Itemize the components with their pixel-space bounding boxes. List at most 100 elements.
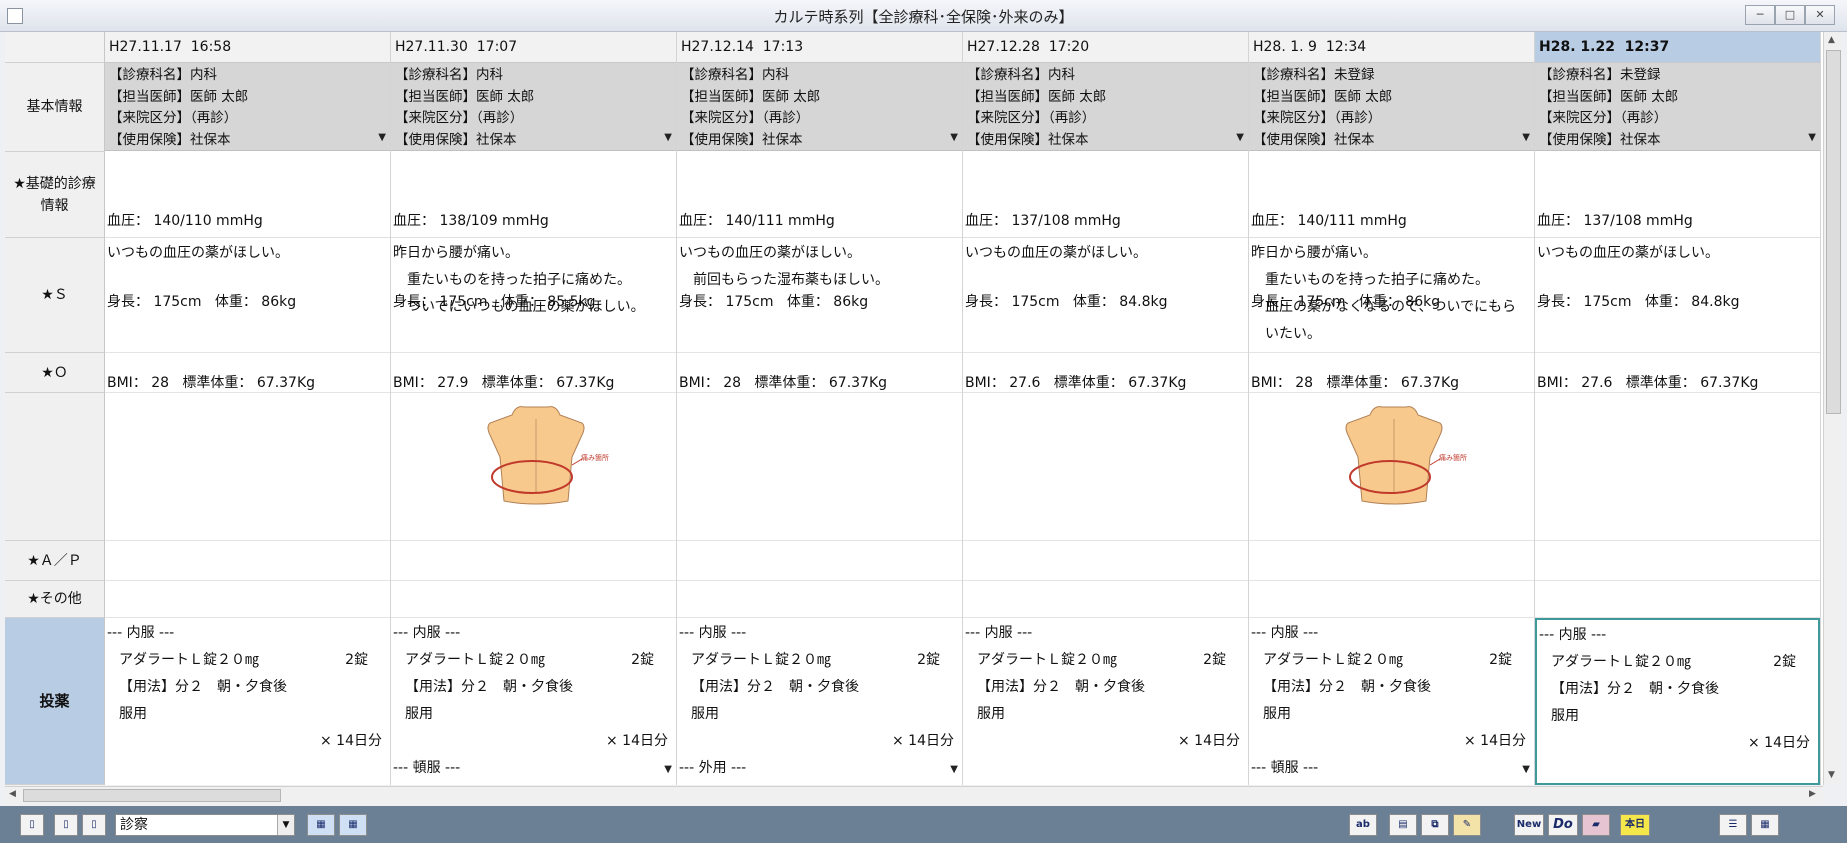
prescription-cell[interactable]: --- 内服 --- アダラートＬ錠２０㎎ 2錠 【用法】分２ 朝・夕食後 服用 … — [677, 618, 962, 785]
objective-cell[interactable] — [391, 353, 676, 393]
vitals-cell[interactable]: 血圧： 140/111 mmHg 身長： 175cm 体重： 86kg BMI：… — [677, 152, 962, 391]
assessment-plan-cell[interactable] — [963, 541, 1248, 581]
basic-info-cell[interactable]: 【診療科名】内科 【担当医師】医師 太郎 【来院区分】（再診） 【使用保険】社保… — [963, 63, 1248, 151]
figure-cell[interactable]: 痛み箇所 — [1249, 393, 1534, 541]
basic-info-cell[interactable]: 【診療科名】内科 【担当医師】医師 太郎 【来院区分】（再診） 【使用保険】社保… — [105, 63, 390, 151]
close-button[interactable]: ✕ — [1805, 5, 1835, 25]
scroll-down-icon[interactable]: ▼ — [1828, 770, 1835, 780]
vitals-cell[interactable]: 血圧： 138/109 mmHg 身長： 175cm 体重： 85.5kg BM… — [391, 152, 676, 391]
visit-date-header[interactable]: H27.12.28 17:20 — [963, 32, 1248, 63]
table-edit-icon[interactable]: ▦ — [339, 814, 367, 836]
visit-type-text: 【来院区分】（再診） — [109, 110, 238, 126]
vertical-scrollbar[interactable]: ▲ ▼ — [1823, 32, 1842, 785]
horizontal-scroll-thumb[interactable] — [23, 789, 281, 802]
mode-select[interactable]: 診察 ▼ — [115, 814, 295, 836]
vitals-cell[interactable]: 血圧： 137/108 mmHg 身長： 175cm 体重： 84.8kg BM… — [963, 152, 1248, 391]
prescription-cell[interactable]: --- 内服 --- アダラートＬ錠２０㎎ 2錠 【用法】分２ 朝・夕食後 服用 … — [1535, 618, 1820, 785]
expand-triangle-icon[interactable]: ▼ — [664, 127, 672, 149]
horizontal-scrollbar[interactable]: ◀ ▶ — [5, 786, 1823, 804]
other-cell[interactable] — [963, 581, 1248, 618]
objective-cell[interactable] — [1535, 353, 1820, 393]
text-input-button[interactable]: ab — [1349, 814, 1377, 836]
subjective-cell[interactable]: 昨日から腰が痛い。 重たいものを持った拍子に痛めた。 ついでにいつもの血圧の薬が… — [391, 238, 676, 353]
minimize-button[interactable]: ─ — [1745, 5, 1775, 25]
expand-triangle-icon[interactable]: ▼ — [950, 127, 958, 149]
insurance-text: 【使用保険】社保本 — [967, 131, 1089, 148]
expand-triangle-icon[interactable]: ▼ — [1236, 127, 1244, 149]
visit-date-header[interactable]: H27.11.30 17:07 — [391, 32, 676, 63]
expand-triangle-icon[interactable]: ▼ — [1522, 127, 1530, 149]
med-section-header: --- 内服 --- — [393, 625, 461, 641]
table-view-icon[interactable]: ▦ — [307, 814, 335, 836]
vertical-scroll-thumb[interactable] — [1826, 50, 1841, 414]
figure-cell[interactable]: 痛み箇所 — [391, 393, 676, 541]
vitals-cell[interactable]: 血圧： 140/111 mmHg 身長： 175cm 体重： 86kg BMI：… — [1249, 152, 1534, 391]
assessment-plan-cell[interactable] — [105, 541, 390, 581]
assessment-plan-cell[interactable] — [1535, 541, 1820, 581]
page-prev-icon[interactable]: ▯ — [54, 814, 78, 836]
objective-cell[interactable] — [963, 353, 1248, 393]
assessment-plan-cell[interactable] — [1249, 541, 1534, 581]
scroll-up-icon[interactable]: ▲ — [1828, 35, 1835, 45]
subjective-cell[interactable]: いつもの血圧の薬がほしい。 前回もらった湿布薬もほしい。 — [677, 238, 962, 353]
chevron-down-icon[interactable]: ▼ — [277, 815, 294, 835]
scroll-right-icon[interactable]: ▶ — [1809, 789, 1816, 799]
objective-cell[interactable] — [1249, 353, 1534, 393]
new-page-icon[interactable]: ▯ — [20, 814, 44, 836]
row-header-other: ★その他 — [5, 581, 105, 618]
vitals-cell[interactable]: 血圧： 137/108 mmHg 身長： 175cm 体重： 84.8kg BM… — [1535, 152, 1820, 391]
prescription-cell[interactable]: --- 内服 --- アダラートＬ錠２０㎎ 2錠 【用法】分２ 朝・夕食後 服用 … — [105, 618, 390, 785]
expand-triangle-icon[interactable]: ▼ — [1808, 127, 1816, 149]
other-cell[interactable] — [677, 581, 962, 618]
prescription-cell[interactable]: --- 内服 --- アダラートＬ錠２０㎎ 2錠 【用法】分２ 朝・夕食後 服用 … — [963, 618, 1248, 785]
other-cell[interactable] — [1535, 581, 1820, 618]
blood-pressure-text: 血圧： 140/111 mmHg — [679, 213, 835, 229]
subjective-cell[interactable]: いつもの血圧の薬がほしい。 — [1535, 238, 1820, 353]
subjective-cell[interactable]: いつもの血圧の薬がほしい。 — [963, 238, 1248, 353]
other-cell[interactable] — [105, 581, 390, 618]
vitals-cell[interactable]: 血圧： 140/110 mmHg 身長： 175cm 体重： 86kg BMI：… — [105, 152, 390, 391]
prescription-cell[interactable]: --- 内服 --- アダラートＬ錠２０㎎ 2錠 【用法】分２ 朝・夕食後 服用 … — [1249, 618, 1534, 785]
page-next-icon[interactable]: ▯ — [82, 814, 106, 836]
prescription-cell[interactable]: --- 内服 --- アダラートＬ錠２０㎎ 2錠 【用法】分２ 朝・夕食後 服用 … — [391, 618, 676, 785]
bottom-toolbar: ▯ ▯ ▯ 診察 ▼ ▦ ▦ ab ▤ ⧉ ✎ New Do ▰ 本日 ☰ ▦ — [0, 806, 1847, 843]
assessment-plan-cell[interactable] — [677, 541, 962, 581]
basic-info-cell[interactable]: 【診療科名】未登録 【担当医師】医師 太郎 【来院区分】（再診） 【使用保険】社… — [1249, 63, 1534, 151]
subjective-cell[interactable]: 昨日から腰が痛い。 重たいものを持った拍子に痛めた。 血圧の薬がなくなるので、つ… — [1249, 238, 1534, 353]
other-cell[interactable] — [1249, 581, 1534, 618]
subjective-cell[interactable]: いつもの血圧の薬がほしい。 — [105, 238, 390, 353]
row-header-basic: 基本情報 — [5, 63, 105, 152]
expand-triangle-icon[interactable]: ▼ — [1522, 756, 1530, 783]
today-button[interactable]: 本日 — [1620, 814, 1650, 836]
row-header-s: ★Ｓ — [5, 238, 105, 353]
form-icon[interactable]: ▤ — [1389, 814, 1417, 836]
visit-date-header[interactable]: H27.12.14 17:13 — [677, 32, 962, 63]
figure-cell[interactable] — [1535, 393, 1820, 541]
basic-info-cell[interactable]: 【診療科名】未登録 【担当医師】医師 太郎 【来院区分】（再診） 【使用保険】社… — [1535, 63, 1820, 151]
figure-cell[interactable] — [105, 393, 390, 541]
blood-pressure-text: 血圧： 140/111 mmHg — [1251, 213, 1407, 229]
visit-date-header[interactable]: H28. 1. 9 12:34 — [1249, 32, 1534, 63]
expand-triangle-icon[interactable]: ▼ — [664, 756, 672, 783]
do-button[interactable]: Do — [1548, 814, 1578, 836]
basic-info-cell[interactable]: 【診療科名】内科 【担当医師】医師 太郎 【来院区分】（再診） 【使用保険】社保… — [677, 63, 962, 151]
other-cell[interactable] — [391, 581, 676, 618]
maximize-button[interactable]: □ — [1775, 5, 1805, 25]
folder-icon[interactable]: ▰ — [1582, 814, 1610, 836]
figure-cell[interactable] — [963, 393, 1248, 541]
visit-date-header[interactable]: H28. 1.22 12:37 — [1535, 32, 1820, 63]
list-view-icon[interactable]: ☰ — [1719, 814, 1747, 836]
stamp-icon[interactable]: ✎ — [1453, 814, 1481, 836]
objective-cell[interactable] — [677, 353, 962, 393]
expand-triangle-icon[interactable]: ▼ — [950, 756, 958, 783]
basic-info-cell[interactable]: 【診療科名】内科 【担当医師】医師 太郎 【来院区分】（再診） 【使用保険】社保… — [391, 63, 676, 151]
new-button[interactable]: New — [1514, 814, 1544, 836]
expand-triangle-icon[interactable]: ▼ — [378, 127, 386, 149]
preview-icon[interactable]: ⧉ — [1421, 814, 1449, 836]
assessment-plan-cell[interactable] — [391, 541, 676, 581]
objective-cell[interactable] — [105, 353, 390, 393]
visit-date-header[interactable]: H27.11.17 16:58 — [105, 32, 390, 63]
figure-cell[interactable] — [677, 393, 962, 541]
grid-view-icon[interactable]: ▦ — [1751, 814, 1779, 836]
scroll-left-icon[interactable]: ◀ — [9, 789, 16, 799]
